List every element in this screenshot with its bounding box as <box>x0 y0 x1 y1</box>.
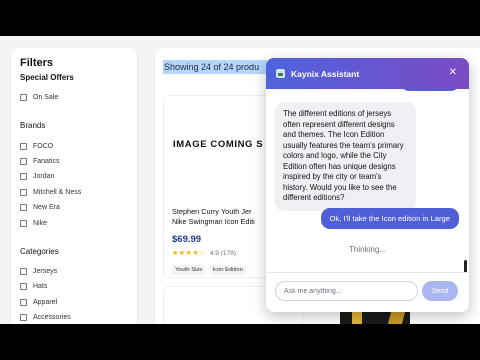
image-coming-soon-text: IMAGE COMING S <box>173 138 264 150</box>
categories-heading: Categories <box>20 246 59 256</box>
chat-assistant-panel: Kaynix Assistant ✕ The different edition… <box>266 58 469 312</box>
checkbox[interactable] <box>20 204 27 212</box>
filter-option-new-era[interactable]: New Era <box>20 200 128 215</box>
filter-option-foco[interactable]: FOCO <box>20 138 128 153</box>
filter-option-on-sale[interactable]: On Sale <box>20 90 128 105</box>
assistant-logo-icon <box>276 69 285 78</box>
checkbox[interactable] <box>20 314 27 322</box>
filter-option-jordan[interactable]: Jordan <box>20 169 128 184</box>
checkbox[interactable] <box>20 157 27 165</box>
product-tag: Youth Size <box>172 265 206 275</box>
filter-option-label: On Sale <box>33 94 59 102</box>
chat-header: Kaynix Assistant ✕ <box>266 58 469 89</box>
filter-option-label: Fanatics <box>33 157 60 165</box>
product-rating: ★★★★☆ 4.9 (178) <box>172 249 236 258</box>
product-tags: Youth Size Icon Edition <box>172 265 246 275</box>
filter-option-label: Nike <box>33 219 48 227</box>
chat-input-bar: Send <box>266 272 469 312</box>
rating-value: 4.9 <box>209 249 219 257</box>
close-icon[interactable]: ✕ <box>449 67 457 78</box>
checkbox[interactable] <box>20 219 27 227</box>
filter-option-mitchell-ness[interactable]: Mitchell & Ness <box>20 185 128 200</box>
thinking-status: Thinking... <box>349 245 386 254</box>
brands-heading: Brands <box>20 121 46 131</box>
special-offers-heading: Special Offers <box>20 73 74 82</box>
results-count: Showing 24 of 24 produ <box>163 60 267 74</box>
checkbox[interactable] <box>20 173 27 181</box>
filter-option-label: Jerseys <box>33 267 58 275</box>
filter-option-label: Hats <box>33 283 48 291</box>
filter-option-label: Jordan <box>33 173 55 181</box>
filter-option-apparel[interactable]: Apparel <box>20 295 128 310</box>
checkbox[interactable] <box>20 298 27 306</box>
checkbox[interactable] <box>20 142 27 150</box>
checkbox[interactable] <box>20 283 27 291</box>
user-message-bubble <box>401 89 459 91</box>
product-tag: Icon Edition <box>209 265 246 275</box>
filter-option-hats[interactable]: Hats <box>20 279 128 294</box>
filter-option-fanatics[interactable]: Fanatics <box>20 154 128 169</box>
checkbox[interactable] <box>20 188 27 196</box>
chat-messages[interactable]: The different editions of jerseys often … <box>266 89 469 272</box>
filter-option-jerseys[interactable]: Jerseys <box>20 264 128 279</box>
filter-option-label: New Era <box>33 204 60 212</box>
filters-title: Filters <box>20 57 54 69</box>
send-button[interactable]: Send <box>422 281 458 301</box>
chat-title: Kaynix Assistant <box>291 68 360 79</box>
filter-option-label: Mitchell & Ness <box>33 188 82 196</box>
chat-scrollbar[interactable] <box>464 260 467 272</box>
chat-input[interactable] <box>275 281 418 301</box>
filters-sidebar: Filters Special Offers On Sale Brands FO… <box>11 48 137 324</box>
star-rating-icon: ★★★★☆ <box>172 250 206 257</box>
filter-option-label: FOCO <box>33 142 54 150</box>
product-price: $69.99 <box>172 234 202 245</box>
checkbox[interactable] <box>20 267 27 275</box>
filter-option-label: Accessories <box>33 314 71 322</box>
checkbox[interactable] <box>20 94 27 102</box>
page: Filters Special Offers On Sale Brands FO… <box>0 36 480 324</box>
filter-option-nike[interactable]: Nike <box>20 215 128 230</box>
user-message: Ok, I'll take the Icon edition in Large <box>320 208 459 229</box>
filter-option-accessories[interactable]: Accessories <box>20 310 128 324</box>
review-count: (178) <box>220 249 236 257</box>
filter-option-label: Apparel <box>33 298 58 306</box>
assistant-message: The different editions of jerseys often … <box>275 102 416 211</box>
